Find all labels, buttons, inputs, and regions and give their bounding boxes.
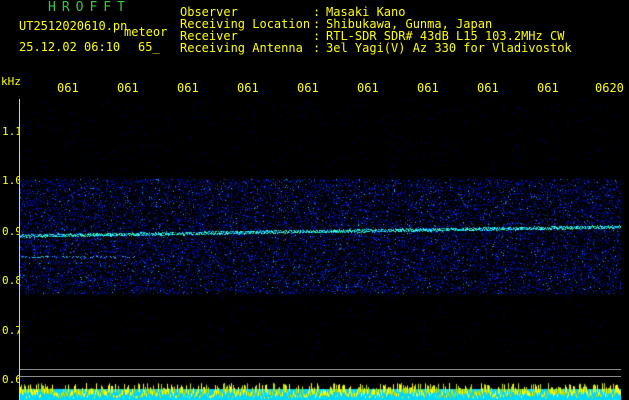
x-tick-label: 061 xyxy=(57,81,79,95)
mode-label: meteor xyxy=(124,25,168,39)
x-tick-label: 061 xyxy=(297,81,319,95)
y-unit-label: kHz xyxy=(1,75,21,88)
x-tick-label: 061 xyxy=(537,81,559,95)
x-tick-label: 061 xyxy=(117,81,139,95)
reference-line xyxy=(20,376,621,377)
filename-label: UT2512020610.pn xyxy=(19,19,128,33)
x-tick-label: 061 xyxy=(477,81,499,95)
x-tick-label: 061 xyxy=(177,81,199,95)
x-tick-label: 0620 xyxy=(595,81,624,95)
x-tick-label: 061 xyxy=(237,81,259,95)
x-tick-label: 061 xyxy=(417,81,439,95)
field-colon: : xyxy=(313,41,321,55)
spectrogram xyxy=(20,99,621,400)
field-antenna-value: 3el Yagi(V) Az 330 for Vladivostok xyxy=(326,41,572,55)
datetime-label: 25.12.02 06:10 xyxy=(19,40,121,54)
x-tick-label: 061 xyxy=(357,81,379,95)
field-antenna-label: Receiving Antenna xyxy=(180,41,303,55)
reference-line xyxy=(20,369,621,370)
level-label: 65_ xyxy=(138,40,160,54)
hroft-title: HROFFT xyxy=(48,0,131,15)
